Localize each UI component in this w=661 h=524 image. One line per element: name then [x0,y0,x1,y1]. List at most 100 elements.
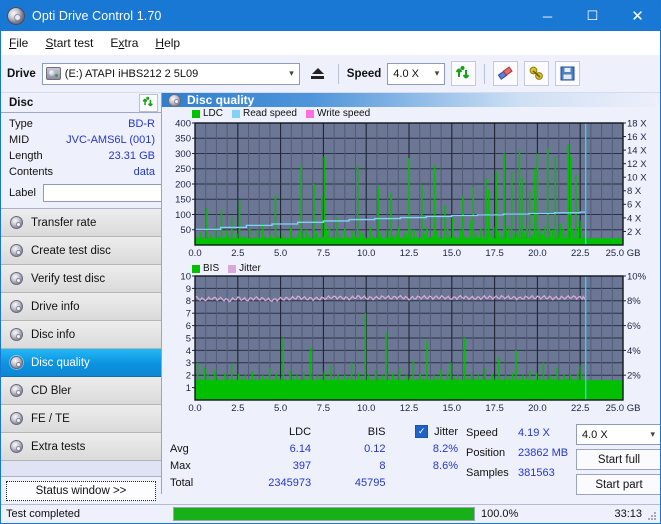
bis-chart-legend: BIS Jitter [192,263,266,274]
disc-section-title: Disc [9,96,34,109]
start-full-button[interactable]: Start full [576,449,660,470]
drive-select[interactable]: (E:) ATAPI iHBS212 2 5L09 ▾ [41,62,300,85]
sidebar-item-cd-bler[interactable]: CD Bler [1,377,161,405]
menu-start-test-rest: tart test [53,36,94,50]
stats-row-label: Total [170,476,194,489]
sidebar-item-verify-test-disc[interactable]: Verify test disc [1,265,161,293]
erase-button[interactable] [493,61,519,86]
app-disc-icon [7,7,25,25]
disc-length-value: 23.31 GB [108,150,155,162]
stats-max-ldc: 397 [292,459,312,472]
close-button[interactable]: ✕ [615,1,660,31]
disc-icon [9,244,24,258]
status-window-button[interactable]: Status window >> [6,481,156,501]
sidebar-item-label: Create test disc [31,244,111,257]
legend-read-speed: Read speed [232,108,297,119]
refresh-button[interactable] [451,61,477,86]
svg-text:2%: 2% [627,371,641,382]
stats-header-ldc: LDC [289,425,312,438]
app-window: Opti Drive Control 1.70 ─ ☐ ✕ File Start… [0,0,661,524]
disc-refresh-button[interactable] [139,93,158,112]
disc-label-key: Label [9,187,36,199]
speed-select[interactable]: 4.0 X ▾ [387,62,446,85]
readout-area: Speed 4.19 X Position 23862 MB Samples 3… [462,423,660,495]
legend-label-ldc: LDC [203,108,224,119]
svg-text:0.0: 0.0 [188,248,201,259]
speed-select-value: 4.0 X [393,67,419,80]
menu-file[interactable]: File [9,36,28,50]
sidebar-item-fe-te[interactable]: FE / TE [1,405,161,433]
tools-button[interactable] [524,61,550,86]
jitter-checkbox[interactable]: ✓ [415,425,429,438]
sidebar-item-disc-info[interactable]: Disc info [1,321,161,349]
svg-text:25.0 GB: 25.0 GB [606,248,641,259]
svg-text:18 X: 18 X [627,118,647,129]
sidebar-item-extra-tests[interactable]: Extra tests [1,433,161,461]
svg-text:12 X: 12 X [627,159,647,170]
bis-chart-svg[interactable]: 12 34 567 89 10 2% 4% 6% 8% 10% 0.0 2.5 5.0 7.5 10.0 12… [162,262,661,417]
legend-label-read-speed: Read speed [243,108,297,119]
stats-row-total: Total 2345973 45795 [170,474,462,491]
readout-samples-value: 381563 [518,467,555,479]
readout-speed-value: 4.19 X [518,427,550,439]
minimize-button[interactable]: ─ [525,1,570,31]
disc-icon [9,328,24,342]
sidebar-item-create-test-disc[interactable]: Create test disc [1,237,161,265]
sidebar-item-label: Drive info [31,300,80,313]
chevron-down-icon: ▾ [289,68,294,78]
sidebar-item-label: CD Bler [31,384,72,397]
disc-icon [9,272,24,286]
svg-text:4%: 4% [627,346,641,357]
svg-text:6%: 6% [627,321,641,332]
svg-text:3: 3 [186,358,191,369]
toolbar-divider-1 [337,63,339,84]
main-body: Disc Type BD-R MID JVC-AMS6L (001) Lengt… [1,93,661,501]
test-speed-select[interactable]: 4.0 X ▾ [576,424,660,445]
stats-row-max: Max 397 8 8.6% [170,457,462,474]
sidebar-item-label: Transfer rate [31,216,97,229]
svg-text:14 X: 14 X [627,146,647,157]
svg-text:6 X: 6 X [627,200,642,211]
test-speed-value: 4.0 X [582,428,608,441]
drive-icon [45,67,61,80]
resize-grip-icon[interactable] [647,511,657,521]
svg-text:8: 8 [186,296,191,307]
svg-text:7.5: 7.5 [317,248,330,259]
progress-fill [174,508,474,520]
eject-button[interactable] [305,62,330,85]
stats-table: LDC BIS ✓ Jitter Avg 6.14 0.12 8.2% Max … [162,423,462,495]
menu-start-test[interactable]: Start test [45,36,93,50]
svg-text:4 X: 4 X [627,213,642,224]
svg-text:2 X: 2 X [627,227,642,238]
speed-label: Speed [346,67,382,80]
jitter-toggle-cell[interactable]: ✓ Jitter [386,425,462,438]
svg-text:10: 10 [180,271,191,282]
svg-text:150: 150 [175,195,191,206]
disc-icon [168,93,181,107]
maximize-button[interactable]: ☐ [570,1,615,31]
disc-info-row: MID JVC-AMS6L (001) [9,132,155,148]
chevron-down-icon: ▾ [434,68,440,78]
menu-help-rest: elp [164,36,181,50]
stats-avg-jitter: 8.2% [432,442,458,455]
svg-text:16 X: 16 X [627,132,647,143]
svg-text:100: 100 [175,210,191,221]
stats-avg-bis: 0.12 [364,442,386,455]
menu-file-rest: ile [16,36,29,50]
menu-extra[interactable]: Extra [110,36,138,50]
legend-jitter: Jitter [228,263,261,274]
legend-label-jitter: Jitter [239,263,261,274]
ldc-chart-svg[interactable]: 50 100 150 200 250 300 350 400 2 X 4 X 6 X 8 X 10 X 1… [162,107,661,262]
save-button[interactable] [555,61,581,86]
sidebar-item-drive-info[interactable]: Drive info [1,293,161,321]
disc-icon [9,412,24,426]
readout-labels: Speed 4.19 X Position 23862 MB Samples 3… [466,423,576,495]
stats-total-ldc: 2345973 [268,476,312,489]
menu-help[interactable]: Help [155,36,180,50]
sidebar-item-disc-quality[interactable]: Disc quality [1,349,161,377]
menu-extra-rest: tra [124,36,139,50]
svg-text:50: 50 [180,225,191,236]
sidebar-item-transfer-rate[interactable]: Transfer rate [1,209,161,237]
start-part-button[interactable]: Start part [576,474,660,495]
stats-area: LDC BIS ✓ Jitter Avg 6.14 0.12 8.2% Max … [162,417,660,495]
